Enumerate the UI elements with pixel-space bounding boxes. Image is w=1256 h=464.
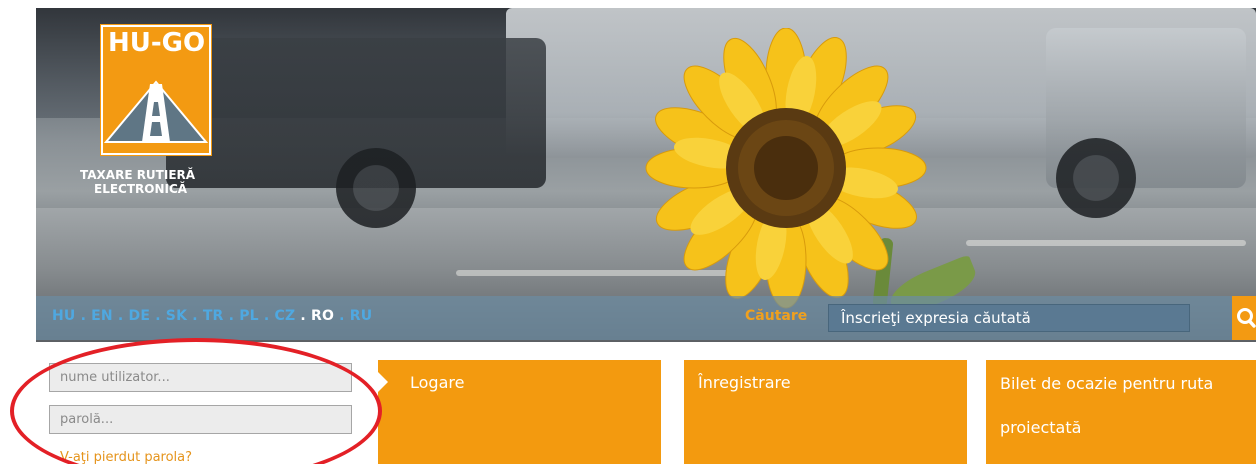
logo-tagline-line2: ELECTRONICĂ [94,182,188,196]
register-tile[interactable]: Înregistrare [684,360,967,464]
truck-wheel [1056,138,1136,218]
lang-pl[interactable]: PL [239,308,259,324]
route-ticket-tile-label: Bilet de ocazie pentru ruta proiectată [1000,374,1214,437]
login-tile[interactable]: Logare [378,360,661,464]
truck-wheel [336,148,416,228]
lang-separator: . [223,308,240,324]
lang-separator: . [334,308,350,324]
logo-badge-text: HU-GO [108,28,206,58]
lang-ru[interactable]: RU [350,308,373,324]
search-icon [1237,308,1256,328]
sunflower-image [645,28,927,309]
login-tile-label: Logare [410,373,465,392]
lang-tr[interactable]: TR [203,308,224,324]
search-button[interactable] [1232,296,1256,340]
search-input[interactable] [828,304,1190,332]
lang-cz[interactable]: CZ [274,308,295,324]
lang-hu[interactable]: HU [52,308,76,324]
lang-separator: . [112,308,129,324]
route-ticket-tile[interactable]: Bilet de ocazie pentru ruta proiectată [986,360,1256,464]
language-search-bar: HU . EN . DE . SK . TR . PL . CZ . RO . … [36,296,1256,340]
hu-go-logo[interactable]: HU-GO TAXARE RUTIERĂ ELECTRONICĂ [60,20,270,210]
lang-separator: . [150,308,166,324]
lang-ro[interactable]: RO [311,308,334,324]
search-label: Căutare [745,308,808,324]
lang-separator: . [258,308,275,324]
lang-separator: . [295,308,311,324]
language-switcher: HU . EN . DE . SK . TR . PL . CZ . RO . … [52,308,372,324]
lang-en[interactable]: EN [91,308,113,324]
lang-separator: . [187,308,203,324]
logo-tagline: TAXARE RUTIERĂ ELECTRONICĂ [80,168,270,196]
road-stripe [966,240,1246,246]
lang-sk[interactable]: SK [166,308,187,324]
register-tile-label: Înregistrare [698,373,791,392]
login-tile-notch [378,372,388,392]
lang-de[interactable]: DE [129,308,151,324]
lang-separator: . [75,308,92,324]
annotation-ellipse [10,338,382,464]
logo-tagline-line1: TAXARE RUTIERĂ [80,168,196,182]
